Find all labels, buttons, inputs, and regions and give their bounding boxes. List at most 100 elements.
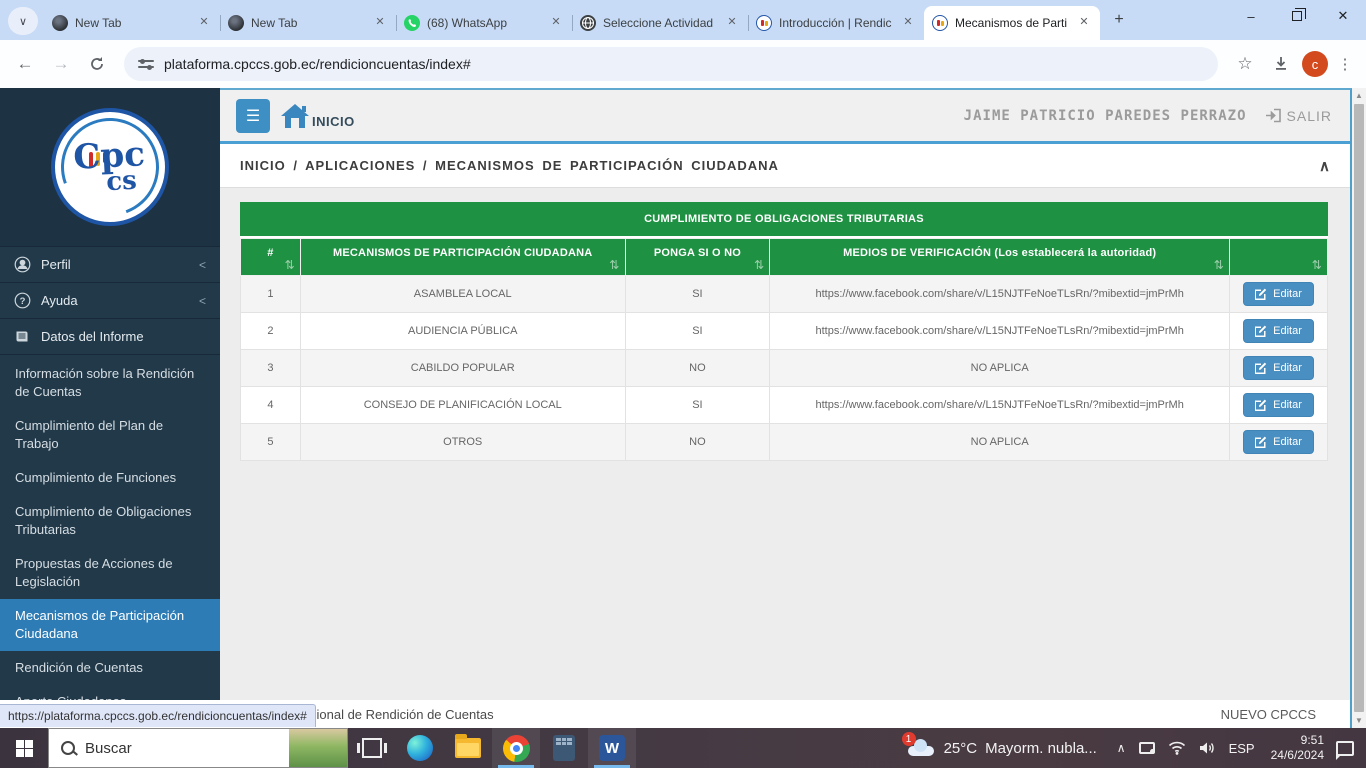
restore-button[interactable] — [1274, 0, 1320, 32]
cpccs-logo: Cpc cs — [51, 108, 169, 226]
hamburger-menu-button[interactable]: ☰ — [236, 99, 270, 133]
chevron-left-icon: < — [199, 294, 206, 308]
sort-icon[interactable]: ⇅ — [1312, 258, 1322, 272]
sidebar-item-propuestas-legislacion[interactable]: Propuestas de Acciones de Legislación — [0, 547, 220, 599]
edit-button[interactable]: Editar — [1243, 319, 1314, 343]
edit-pencil-icon — [1255, 325, 1267, 337]
cell-num: 2 — [241, 313, 301, 350]
vertical-scrollbar[interactable]: ▲ ▼ — [1352, 88, 1366, 728]
speaker-icon[interactable] — [1199, 741, 1216, 755]
browser-tab-active[interactable]: Mecanismos de Parti ✕ — [924, 6, 1100, 40]
logout-label: SALIR — [1287, 108, 1332, 124]
sidebar-item-mecanismos-participacion[interactable]: Mecanismos de Participación Ciudadana — [0, 599, 220, 651]
user-icon — [14, 256, 31, 273]
close-button[interactable]: ✕ — [1320, 0, 1366, 32]
sidebar-item-label: Datos del Informe — [41, 329, 144, 344]
cell-actions: Editar — [1230, 387, 1328, 424]
sort-icon[interactable]: ⇅ — [754, 258, 764, 272]
browser-menu-icon[interactable]: ⋮ — [1334, 55, 1356, 73]
site-info-icon[interactable] — [138, 56, 154, 72]
minimize-button[interactable]: – — [1228, 0, 1274, 32]
download-icon[interactable] — [1266, 49, 1296, 79]
sidebar-item-cumplimiento-plan[interactable]: Cumplimiento del Plan de Trabajo — [0, 409, 220, 461]
column-header-num[interactable]: #⇅ — [241, 239, 301, 276]
home-link[interactable]: INICIO — [280, 103, 355, 129]
taskbar-clock[interactable]: 9:51 24/6/2024 — [1265, 733, 1330, 763]
sidebar-item-cumplimiento-obligaciones[interactable]: Cumplimiento de Obligaciones Tributarias — [0, 495, 220, 547]
tab-close-icon[interactable]: ✕ — [196, 15, 212, 31]
edit-button[interactable]: Editar — [1243, 282, 1314, 306]
taskbar-app-calculator[interactable] — [540, 728, 588, 768]
tab-label: (68) WhatsApp — [427, 16, 541, 30]
bookmark-star-icon[interactable]: ☆ — [1230, 49, 1260, 79]
language-indicator[interactable]: ESP — [1229, 741, 1255, 756]
sort-icon[interactable]: ⇅ — [1214, 258, 1224, 272]
search-daily-image[interactable] — [289, 729, 347, 767]
task-view-button[interactable] — [348, 728, 396, 768]
column-header-medios[interactable]: MEDIOS DE VERIFICACIÓN (Los establecerá … — [770, 239, 1230, 276]
url-text[interactable]: plataforma.cpccs.gob.ec/rendicioncuentas… — [164, 56, 1204, 72]
edit-button[interactable]: Editar — [1243, 393, 1314, 417]
cell-actions: Editar — [1230, 350, 1328, 387]
address-bar[interactable]: plataforma.cpccs.gob.ec/rendicioncuentas… — [124, 47, 1218, 81]
taskbar-weather[interactable]: 1 25°C Mayorm. nubla... — [896, 738, 1107, 758]
tab-close-icon[interactable]: ✕ — [372, 15, 388, 31]
cell-ponga: SI — [625, 387, 770, 424]
sidebar-item-informacion-rendicion[interactable]: Información sobre la Rendición de Cuenta… — [0, 357, 220, 409]
book-icon — [14, 328, 31, 345]
taskbar-app-word[interactable]: W — [588, 728, 636, 768]
task-view-icon — [362, 738, 382, 758]
chrome-globe-icon — [52, 15, 68, 31]
tray-expand-icon[interactable]: ∧ — [1117, 741, 1126, 755]
tab-close-icon[interactable]: ✕ — [1076, 15, 1092, 31]
collapse-panel-icon[interactable]: ∧ — [1319, 157, 1330, 175]
sidebar-item-cumplimiento-funciones[interactable]: Cumplimiento de Funciones — [0, 461, 220, 495]
start-button[interactable] — [0, 728, 48, 768]
sidebar-item-ayuda[interactable]: ? Ayuda < — [0, 282, 220, 318]
column-header-ponga[interactable]: PONGA SI O NO⇅ — [625, 239, 770, 276]
scroll-up-arrow[interactable]: ▲ — [1352, 88, 1366, 103]
cell-ponga: NO — [625, 424, 770, 461]
tab-close-icon[interactable]: ✕ — [900, 15, 916, 31]
edit-button[interactable]: Editar — [1243, 356, 1314, 380]
new-tab-button[interactable]: + — [1106, 7, 1132, 33]
browser-tabstrip: ∨ New Tab ✕ New Tab ✕ (68) WhatsApp ✕ Se… — [0, 0, 1366, 40]
sort-icon[interactable]: ⇅ — [609, 258, 619, 272]
back-button[interactable]: ← — [10, 49, 40, 79]
taskbar-app-chrome[interactable] — [492, 728, 540, 768]
action-center-icon[interactable] — [1336, 741, 1354, 756]
taskbar-search-input[interactable]: Buscar — [48, 728, 348, 768]
tab-close-icon[interactable]: ✕ — [724, 15, 740, 31]
edit-pencil-icon — [1255, 362, 1267, 374]
edit-button[interactable]: Editar — [1243, 430, 1314, 454]
column-header-mecanismos[interactable]: MECANISMOS DE PARTICIPACIÓN CIUDADANA⇅ — [300, 239, 625, 276]
edit-pencil-icon — [1255, 288, 1267, 300]
reload-button[interactable] — [82, 49, 112, 79]
tab-close-icon[interactable]: ✕ — [548, 15, 564, 31]
tab-label: Mecanismos de Parti — [955, 16, 1069, 30]
profile-avatar[interactable]: c — [1302, 51, 1328, 77]
taskbar-app-explorer[interactable] — [444, 728, 492, 768]
sidebar-item-rendicion-cuentas[interactable]: Rendición de Cuentas — [0, 651, 220, 685]
scroll-down-arrow[interactable]: ▼ — [1352, 713, 1366, 728]
svg-text:?: ? — [20, 296, 26, 307]
tab-label: Seleccione Actividad — [603, 16, 717, 30]
browser-tab[interactable]: Seleccione Actividad ✕ — [572, 6, 748, 40]
taskbar-app-edge[interactable] — [396, 728, 444, 768]
wifi-icon[interactable] — [1168, 741, 1186, 755]
tab-search-button[interactable]: ∨ — [8, 7, 38, 35]
sort-icon[interactable]: ⇅ — [285, 258, 295, 272]
browser-tab[interactable]: (68) WhatsApp ✕ — [396, 6, 572, 40]
scrollbar-thumb[interactable] — [1354, 104, 1364, 712]
sidebar-item-perfil[interactable]: Perfil < — [0, 246, 220, 282]
weather-desc: Mayorm. nubla... — [985, 740, 1097, 757]
forward-button[interactable]: → — [46, 49, 76, 79]
sidebar-item-datos-del-informe[interactable]: Datos del Informe — [0, 318, 220, 354]
browser-tab[interactable]: New Tab ✕ — [44, 6, 220, 40]
word-icon: W — [599, 735, 625, 761]
cast-icon[interactable] — [1139, 742, 1155, 754]
browser-tab[interactable]: Introducción | Rendic ✕ — [748, 6, 924, 40]
logout-button[interactable]: SALIR — [1265, 108, 1332, 124]
browser-tab[interactable]: New Tab ✕ — [220, 6, 396, 40]
column-header-actions[interactable]: ⇅ — [1230, 239, 1328, 276]
